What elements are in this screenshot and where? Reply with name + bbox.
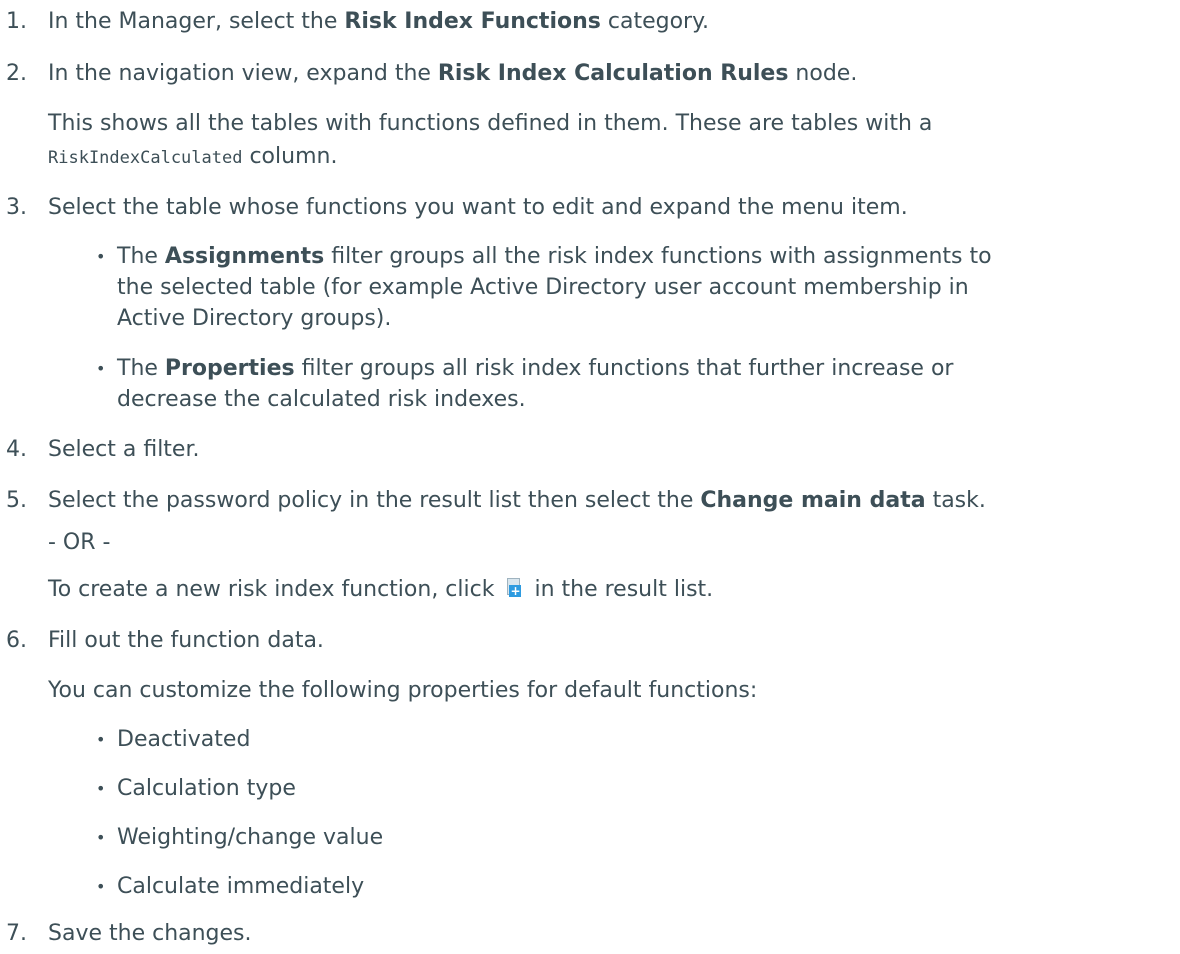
bullet-icon: • — [96, 730, 106, 749]
step-text: Fill out the function data. — [48, 628, 324, 653]
column-name-code: RiskIndexCalculated — [48, 148, 243, 168]
step-number: 2. — [6, 61, 27, 86]
ui-term: Assignments — [164, 244, 325, 269]
instructions-document: 1. In the Manager, select the Risk Index… — [0, 0, 1180, 946]
bullet-text: Deactivated — [117, 727, 251, 752]
step-text: You can customize the following properti… — [48, 678, 758, 703]
step-number: 3. — [6, 195, 27, 220]
step-text: Select the table whose functions you wan… — [48, 195, 908, 220]
bullet-text: filter groups all risk index functions t… — [294, 356, 954, 381]
bullet-text: Active Directory groups). — [117, 306, 392, 331]
bullet-text: Calculation type — [117, 776, 296, 801]
step-text: in the result list. — [527, 577, 714, 602]
bullet-icon: • — [96, 877, 106, 896]
add-document-icon: + — [505, 577, 522, 599]
ui-term: Risk Index Calculation Rules — [437, 61, 789, 86]
bullet-text: Weighting/change value — [117, 825, 384, 850]
note-text: column. — [242, 144, 338, 169]
step-text: In the Manager, select the — [48, 9, 345, 34]
step-text: node. — [788, 61, 858, 86]
step-text: In the navigation view, expand the — [48, 61, 438, 86]
bullet-text: The — [117, 356, 165, 381]
step-text: Select a filter. — [48, 437, 200, 462]
bullet-text: The — [117, 244, 165, 269]
step-number: 5. — [6, 488, 27, 513]
step-text: task. — [925, 488, 986, 513]
step-number: 1. — [6, 9, 27, 34]
bullet-icon: • — [96, 779, 106, 798]
step-number: 4. — [6, 437, 27, 462]
bullet-icon: • — [96, 247, 106, 266]
bullet-text: Calculate immediately — [117, 874, 365, 899]
bullet-text: filter groups all the risk index functio… — [324, 244, 992, 269]
step-text: category. — [600, 9, 709, 34]
ui-term: Change main data — [700, 488, 926, 513]
bullet-text: decrease the calculated risk indexes. — [117, 387, 526, 412]
bullet-icon: • — [96, 359, 106, 378]
or-text: - OR - — [48, 530, 111, 555]
step-text: Save the changes. — [48, 921, 252, 946]
step-text: To create a new risk index function, cli… — [48, 577, 502, 602]
ui-term: Risk Index Functions — [344, 9, 601, 34]
step-text: Select the password policy in the result… — [48, 488, 701, 513]
step-number: 7. — [6, 921, 27, 946]
bullet-icon: • — [96, 828, 106, 847]
ui-term: Properties — [164, 356, 295, 381]
step-number: 6. — [6, 628, 27, 653]
